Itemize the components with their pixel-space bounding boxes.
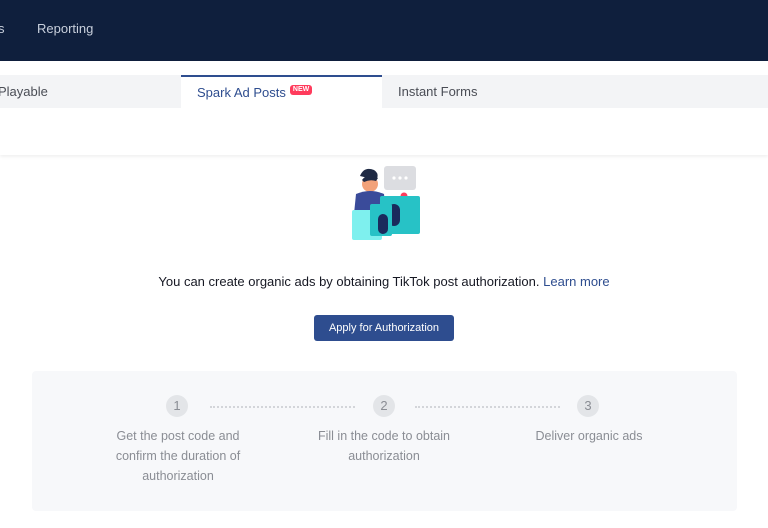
step-label-line: Fill in the code to obtain bbox=[317, 429, 451, 443]
apply-for-authorization-button[interactable]: Apply for Authorization bbox=[314, 315, 454, 341]
step-label-line: authorization bbox=[142, 469, 214, 483]
step-number: 3 bbox=[577, 395, 599, 417]
steps-panel: 1 Get the post code and confirm the dura… bbox=[32, 371, 737, 511]
step-label-line: authorization bbox=[348, 449, 420, 463]
step-divider bbox=[210, 406, 355, 408]
step-number: 1 bbox=[166, 395, 188, 417]
nav-item-truncated[interactable]: s bbox=[0, 21, 5, 36]
new-badge: NEW bbox=[289, 85, 313, 95]
tab-label: Spark Ad Posts bbox=[197, 85, 286, 100]
tab-playable[interactable]: Playable bbox=[0, 75, 48, 108]
authorization-message: You can create organic ads by obtaining … bbox=[0, 274, 768, 289]
step-divider bbox=[415, 406, 560, 408]
step-label-line: confirm the duration of bbox=[115, 449, 241, 463]
tab-label: Playable bbox=[0, 84, 48, 99]
message-text: You can create organic ads by obtaining … bbox=[158, 274, 540, 289]
nav-item-reporting[interactable]: Reporting bbox=[37, 21, 93, 36]
step-number: 2 bbox=[373, 395, 395, 417]
step-label-line: Deliver organic ads bbox=[535, 429, 643, 443]
authorization-illustration bbox=[352, 166, 420, 240]
tab-spark-ad-posts[interactable]: Spark Ad Posts NEW bbox=[181, 75, 382, 108]
step-label-line: Get the post code and bbox=[116, 429, 240, 443]
step-label: Deliver organic ads bbox=[504, 426, 674, 446]
tab-label: Instant Forms bbox=[398, 84, 478, 99]
tab-instant-forms[interactable]: Instant Forms bbox=[398, 75, 477, 108]
step-label: Get the post code and confirm the durati… bbox=[93, 426, 263, 486]
tab-bar: Playable Spark Ad Posts NEW Instant Forms bbox=[0, 75, 768, 108]
step-label: Fill in the code to obtain authorization bbox=[299, 426, 469, 466]
tab-strip: Playable Spark Ad Posts NEW Instant Forms bbox=[0, 61, 768, 155]
top-navigation-bar: s Reporting bbox=[0, 0, 768, 61]
learn-more-link[interactable]: Learn more bbox=[543, 274, 609, 289]
